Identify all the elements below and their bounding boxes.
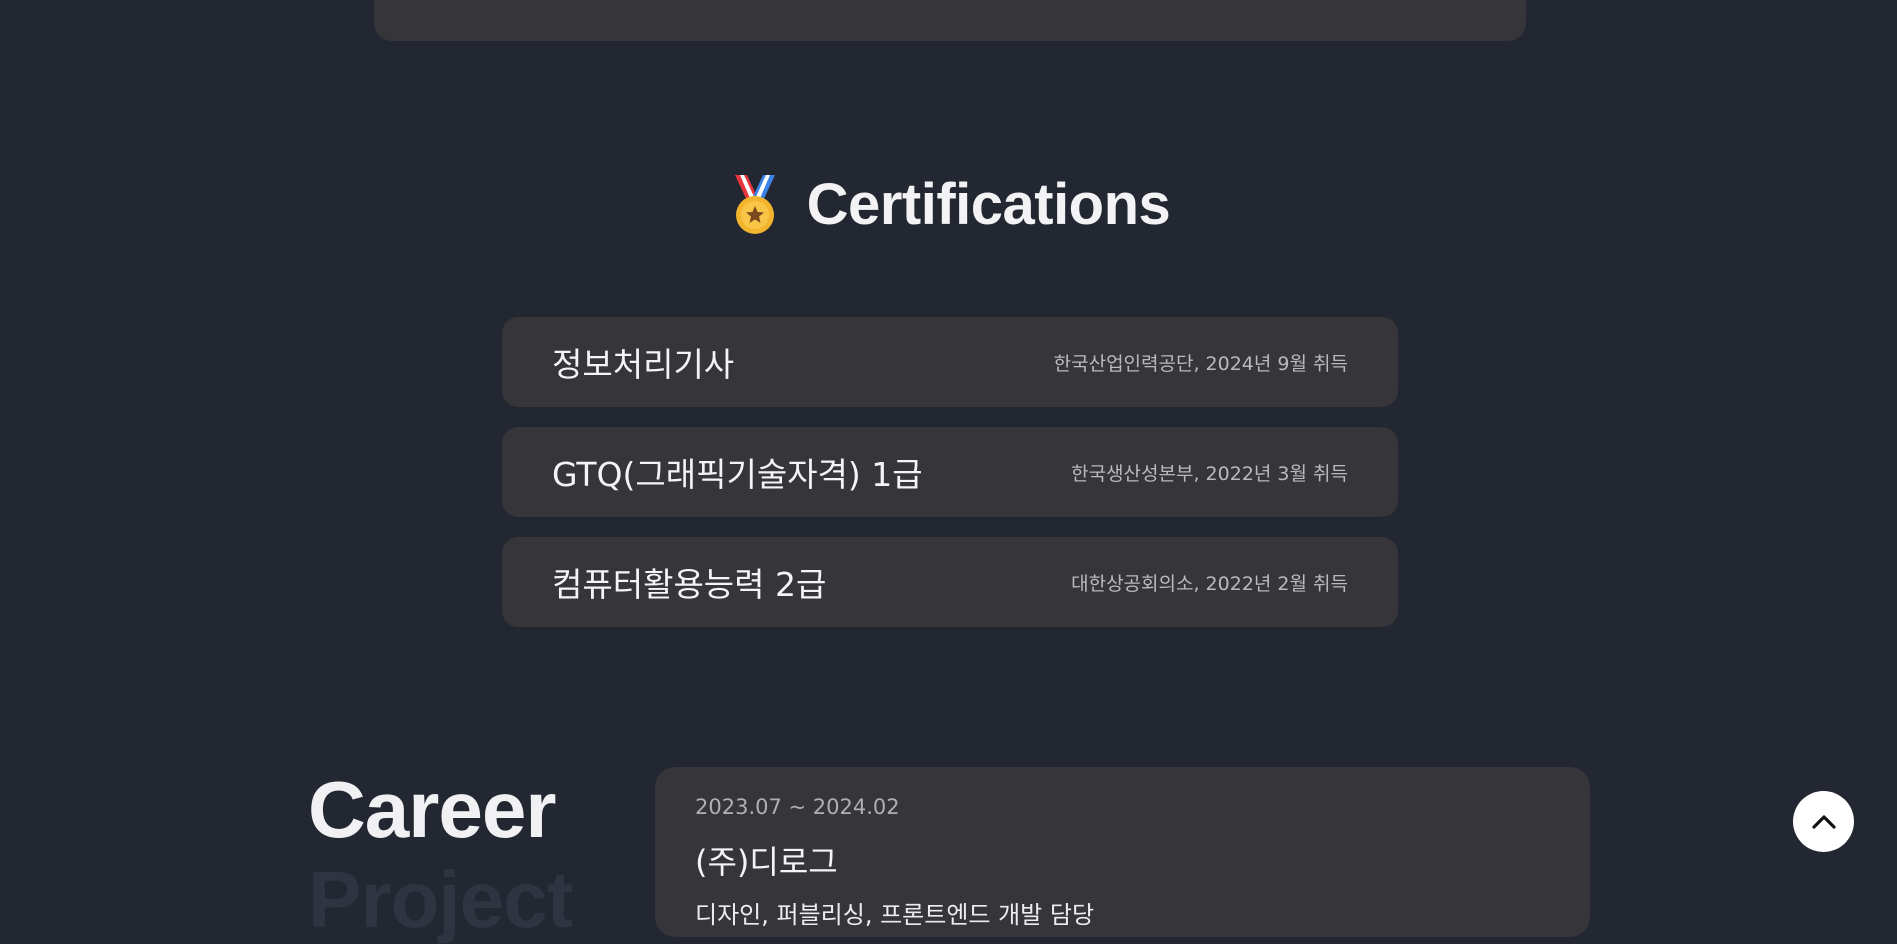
career-role: 디자인, 퍼블리싱, 프론트엔드 개발 담당	[695, 901, 1095, 929]
scroll-to-top-button[interactable]	[1793, 791, 1854, 852]
career-card: 2023.07 ~ 2024.02 (주)디로그 디자인, 퍼블리싱, 프론트엔…	[655, 767, 1590, 937]
certifications-title: Certifications	[806, 172, 1171, 237]
certification-name: 정보처리기사	[552, 345, 735, 384]
certifications-list: 정보처리기사 한국산업인력공단, 2024년 9월 취득 GTQ(그래픽기술자격…	[502, 317, 1398, 627]
career-heading: Career	[308, 765, 557, 854]
medal-icon	[734, 175, 775, 234]
certification-issuer-date: 대한상공회의소, 2022년 2월 취득	[1071, 572, 1348, 595]
certification-issuer-date: 한국생산성본부, 2022년 3월 취득	[1071, 462, 1348, 485]
certification-item: 컴퓨터활용능력 2급 대한상공회의소, 2022년 2월 취득	[502, 537, 1398, 627]
previous-section-card	[374, 0, 1526, 41]
certification-item: 정보처리기사 한국산업인력공단, 2024년 9월 취득	[502, 317, 1398, 407]
career-company: (주)디로그	[695, 843, 838, 881]
certifications-heading: Certifications	[0, 170, 1897, 240]
certification-item: GTQ(그래픽기술자격) 1급 한국생산성본부, 2022년 3월 취득	[502, 427, 1398, 517]
certification-name: GTQ(그래픽기술자격) 1급	[552, 455, 923, 494]
career-period: 2023.07 ~ 2024.02	[695, 795, 900, 819]
certification-issuer-date: 한국산업인력공단, 2024년 9월 취득	[1053, 352, 1348, 375]
chevron-up-icon	[1811, 814, 1836, 829]
project-heading: Project	[308, 855, 573, 944]
certification-name: 컴퓨터활용능력 2급	[552, 565, 827, 604]
